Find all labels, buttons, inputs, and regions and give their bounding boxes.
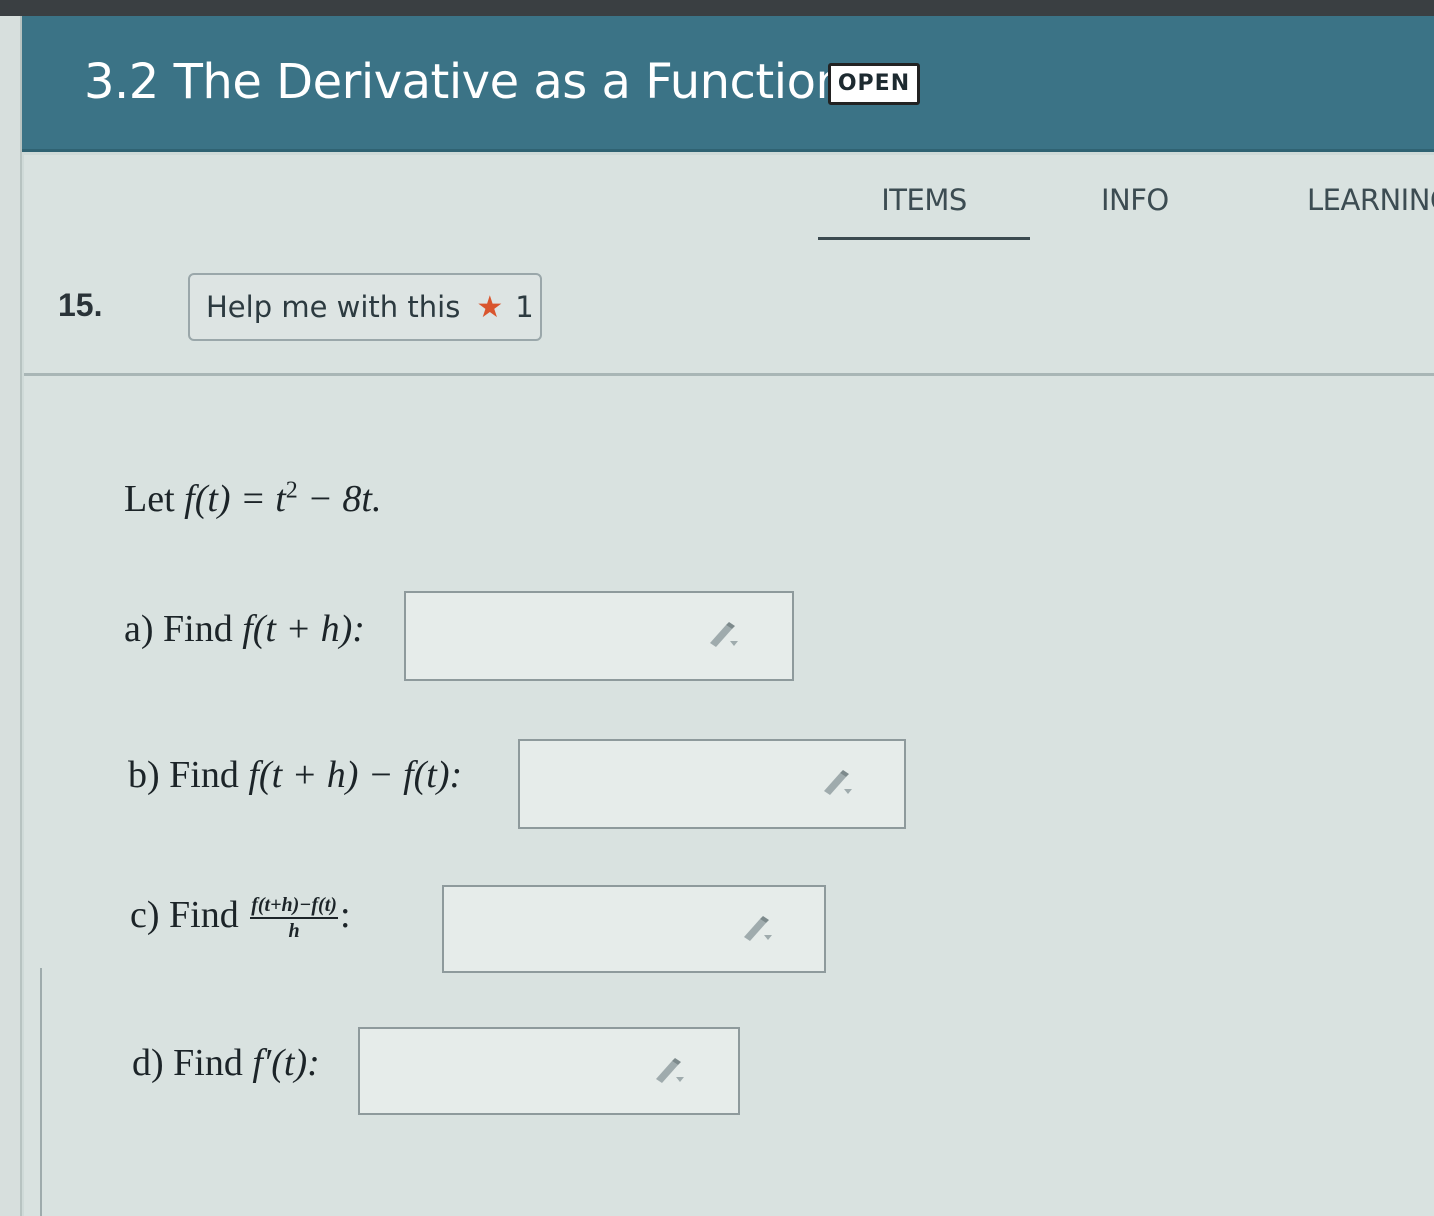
- part-d-prompt: d) Find f′(t):: [132, 1041, 320, 1085]
- question-number: 15.: [58, 287, 103, 323]
- top-bezel: [0, 0, 1434, 16]
- problem-statement: Let f(t) = t2 − 8t.: [124, 477, 381, 521]
- assignment-header: 3.2 The Derivative as a Function OPEN: [22, 16, 1434, 152]
- part-a-expression: f(t + h):: [242, 608, 365, 650]
- pencil-icon[interactable]: [740, 913, 774, 943]
- part-d-expression: f′(t):: [252, 1042, 320, 1084]
- answer-input-d[interactable]: [358, 1027, 740, 1115]
- help-count: 1: [515, 290, 534, 324]
- part-c-label: c) Find: [130, 894, 249, 936]
- statement-exponent: 2: [285, 477, 298, 504]
- answer-input-c[interactable]: [442, 885, 826, 973]
- pencil-icon[interactable]: [652, 1055, 686, 1085]
- answer-input-b[interactable]: [518, 739, 906, 829]
- part-c-colon: :: [339, 894, 351, 936]
- section-divider: [24, 373, 1434, 376]
- tab-bar: ITEMS INFO LEARNING: [24, 155, 1434, 245]
- answer-input-a[interactable]: [404, 591, 794, 681]
- part-b-prompt: b) Find f(t + h) − f(t):: [128, 753, 462, 797]
- part-d-label: d) Find: [132, 1042, 253, 1084]
- difference-quotient: f(t+h)−f(t) h: [250, 894, 338, 942]
- main-content: ITEMS INFO LEARNING 15. Help me with thi…: [24, 155, 1434, 1216]
- part-a-label: a) Find: [124, 608, 243, 650]
- help-button-label: Help me with this: [206, 290, 461, 324]
- statement-rest: − 8t.: [297, 478, 382, 520]
- part-b-label: b) Find: [128, 754, 249, 796]
- star-icon: ★: [476, 289, 504, 325]
- left-rail: [0, 16, 22, 1216]
- statement-prefix: Let: [124, 478, 185, 520]
- tab-learning[interactable]: LEARNING: [1307, 183, 1434, 217]
- pencil-icon[interactable]: [706, 619, 740, 649]
- page-title: 3.2 The Derivative as a Function: [84, 54, 846, 110]
- tab-items[interactable]: ITEMS: [818, 183, 1030, 240]
- pencil-icon[interactable]: [820, 767, 854, 797]
- part-c-prompt: c) Find f(t+h)−f(t) h:: [130, 893, 351, 942]
- part-a-prompt: a) Find f(t + h):: [124, 607, 365, 651]
- statement-function: f(t) = t: [184, 478, 286, 520]
- help-me-button[interactable]: Help me with this ★ 1: [188, 273, 542, 341]
- frame-edge: [40, 968, 42, 1216]
- part-b-expression: f(t + h) − f(t):: [248, 754, 463, 796]
- status-badge: OPEN: [828, 63, 920, 105]
- fraction-numerator: f(t+h)−f(t): [250, 894, 338, 919]
- tab-info[interactable]: INFO: [1101, 183, 1169, 217]
- fraction-denominator: h: [288, 919, 300, 942]
